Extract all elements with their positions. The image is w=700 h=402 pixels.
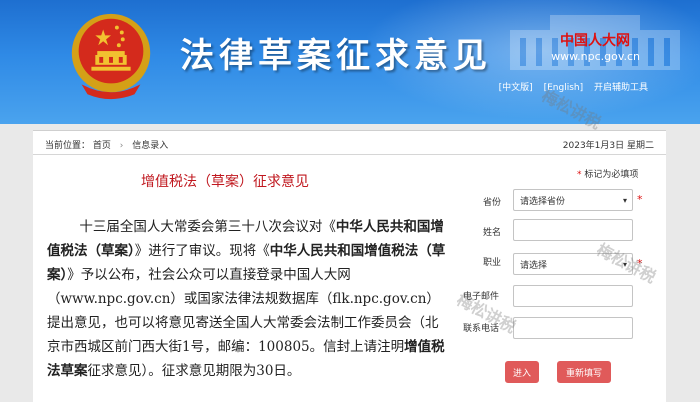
name-label: 姓名 — [483, 228, 502, 238]
breadcrumb-label: 当前位置： — [45, 141, 91, 151]
email-input[interactable] — [513, 285, 633, 307]
job-label: 职业 — [483, 258, 502, 268]
law-title: 增值税法（草案）征求意见 — [141, 174, 309, 190]
submit-button[interactable]: 进入 — [505, 361, 539, 383]
chevron-down-icon: ▾ — [622, 196, 627, 205]
province-label: 省份 — [483, 198, 502, 208]
reset-button[interactable]: 重新填写 — [557, 361, 611, 383]
top-links: [中文版] [English] 开启辅助工具 — [491, 80, 648, 93]
chinese-version-link[interactable]: [中文版] — [499, 83, 533, 93]
chevron-right-icon: › — [119, 141, 124, 151]
breadcrumb-current: 信息录入 — [132, 141, 169, 151]
required-note: * 标记为必填项 — [577, 170, 639, 180]
law-text: 》予以公布，社会公众可以直接登录中国人大网（www.npc.gov.cn）或国家… — [47, 267, 440, 355]
law-text: 》进行了审议。现将《 — [134, 243, 270, 259]
breadcrumb: 当前位置： 首页 › 信息录入 — [45, 138, 168, 151]
accessibility-link[interactable]: 开启辅助工具 — [594, 83, 648, 93]
breadcrumb-bar: 当前位置： 首页 › 信息录入 2023年1月3日 星期二 — [33, 131, 666, 155]
site-title: 法律草案征求意见 — [180, 36, 492, 76]
required-star-icon: * — [637, 193, 643, 206]
province-select[interactable]: 请选择省份 ▾ — [513, 189, 633, 211]
npc-url: www.npc.gov.cn — [551, 50, 640, 63]
breadcrumb-home[interactable]: 首页 — [93, 141, 111, 151]
required-star-icon: * — [577, 170, 582, 180]
law-paragraph: 十三届全国人大常委会第三十八次会议对《中华人民共和国增值税法（草案）》进行了审议… — [47, 215, 447, 383]
law-text: 十三届全国人大常委会第三十八次会议对《 — [79, 219, 336, 235]
law-body: 十三届全国人大常委会第三十八次会议对《中华人民共和国增值税法（草案）》进行了审议… — [47, 215, 447, 383]
current-date: 2023年1月3日 星期二 — [562, 141, 654, 151]
phone-input[interactable] — [513, 317, 633, 339]
npc-logo[interactable]: 中国人大网 — [560, 30, 630, 50]
name-input[interactable] — [513, 219, 633, 241]
site-header: 法律草案征求意见 中国人大网 www.npc.gov.cn [中文版] [Eng… — [0, 0, 700, 124]
main-panel: 当前位置： 首页 › 信息录入 2023年1月3日 星期二 增值税法（草案）征求… — [33, 130, 666, 402]
national-emblem-icon — [71, 13, 151, 100]
law-text: 征求意见）。征求意见期限为30日。 — [87, 363, 301, 379]
